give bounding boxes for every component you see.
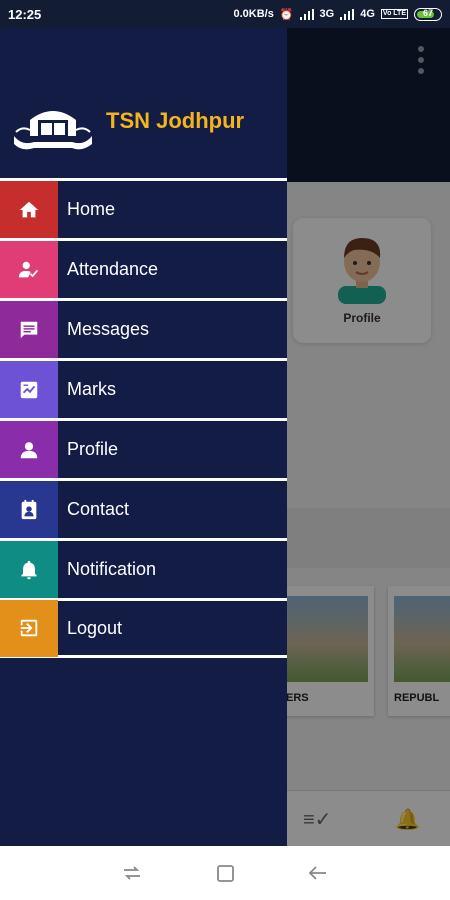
status-indicators: 0.0KB/s ⏰ 3G 4G Vo LTE 67	[233, 7, 442, 21]
menu-item-label: Profile	[67, 439, 119, 459]
menu-item-notification[interactable]: Notification	[0, 538, 287, 598]
network-type-1: 3G	[319, 8, 335, 20]
signal-icon	[299, 8, 314, 20]
attendance-icon	[0, 241, 58, 298]
message-icon	[0, 301, 58, 358]
volte-badge: Vo LTE	[380, 9, 408, 19]
menu-item-label: Home	[67, 199, 116, 219]
school-name: TSN Jodhpur	[106, 108, 245, 133]
menu-item-label: Logout	[67, 617, 123, 638]
menu-item-contact[interactable]: Contact	[0, 478, 287, 538]
home-button-icon[interactable]	[217, 865, 234, 882]
menu-item-label: Messages	[67, 319, 150, 339]
marks-icon	[0, 361, 58, 418]
menu-item-marks[interactable]: Marks	[0, 358, 287, 418]
battery-level: 67	[422, 7, 433, 18]
navigation-drawer: TSN Jodhpur Home Attendance Messages Mar…	[0, 28, 287, 846]
menu-item-logout[interactable]: Logout	[0, 598, 287, 658]
menu-item-label: Marks	[67, 379, 116, 399]
drawer-menu: Home Attendance Messages Marks Profile C…	[0, 178, 287, 658]
bell-icon	[0, 541, 58, 598]
signal-icon-2	[340, 8, 355, 20]
home-icon	[0, 181, 58, 238]
menu-item-home[interactable]: Home	[0, 178, 287, 238]
status-bar: 12:25 0.0KB/s ⏰ 3G 4G Vo LTE 67	[0, 0, 450, 28]
menu-item-messages[interactable]: Messages	[0, 298, 287, 358]
contact-icon	[0, 481, 58, 538]
profile-icon	[0, 421, 58, 478]
network-speed: 0.0KB/s	[233, 8, 274, 20]
system-navigation-bar	[0, 846, 450, 900]
menu-item-attendance[interactable]: Attendance	[0, 238, 287, 298]
back-icon[interactable]	[308, 864, 328, 882]
menu-item-label: Contact	[67, 499, 130, 519]
battery-icon: 67	[414, 7, 442, 21]
status-time: 12:25	[8, 6, 42, 22]
network-type-2: 4G	[360, 8, 375, 20]
school-logo-icon	[14, 111, 92, 150]
menu-item-profile[interactable]: Profile	[0, 418, 287, 478]
logout-icon	[0, 599, 58, 657]
drawer-header: TSN Jodhpur	[0, 28, 287, 180]
recent-apps-icon[interactable]	[122, 864, 142, 882]
menu-item-label: Notification	[67, 559, 157, 579]
alarm-icon: ⏰	[279, 8, 294, 21]
menu-item-label: Attendance	[67, 259, 159, 279]
